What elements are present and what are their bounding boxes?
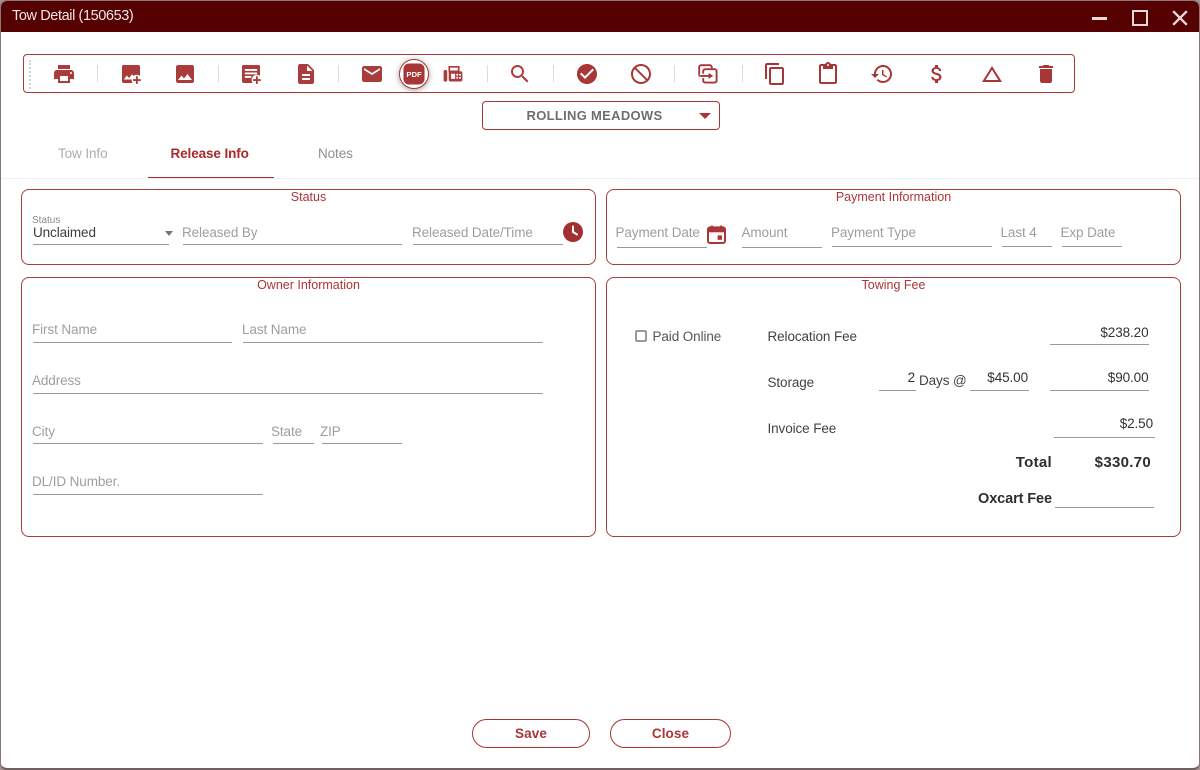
svg-text:PDF: PDF bbox=[406, 70, 422, 79]
